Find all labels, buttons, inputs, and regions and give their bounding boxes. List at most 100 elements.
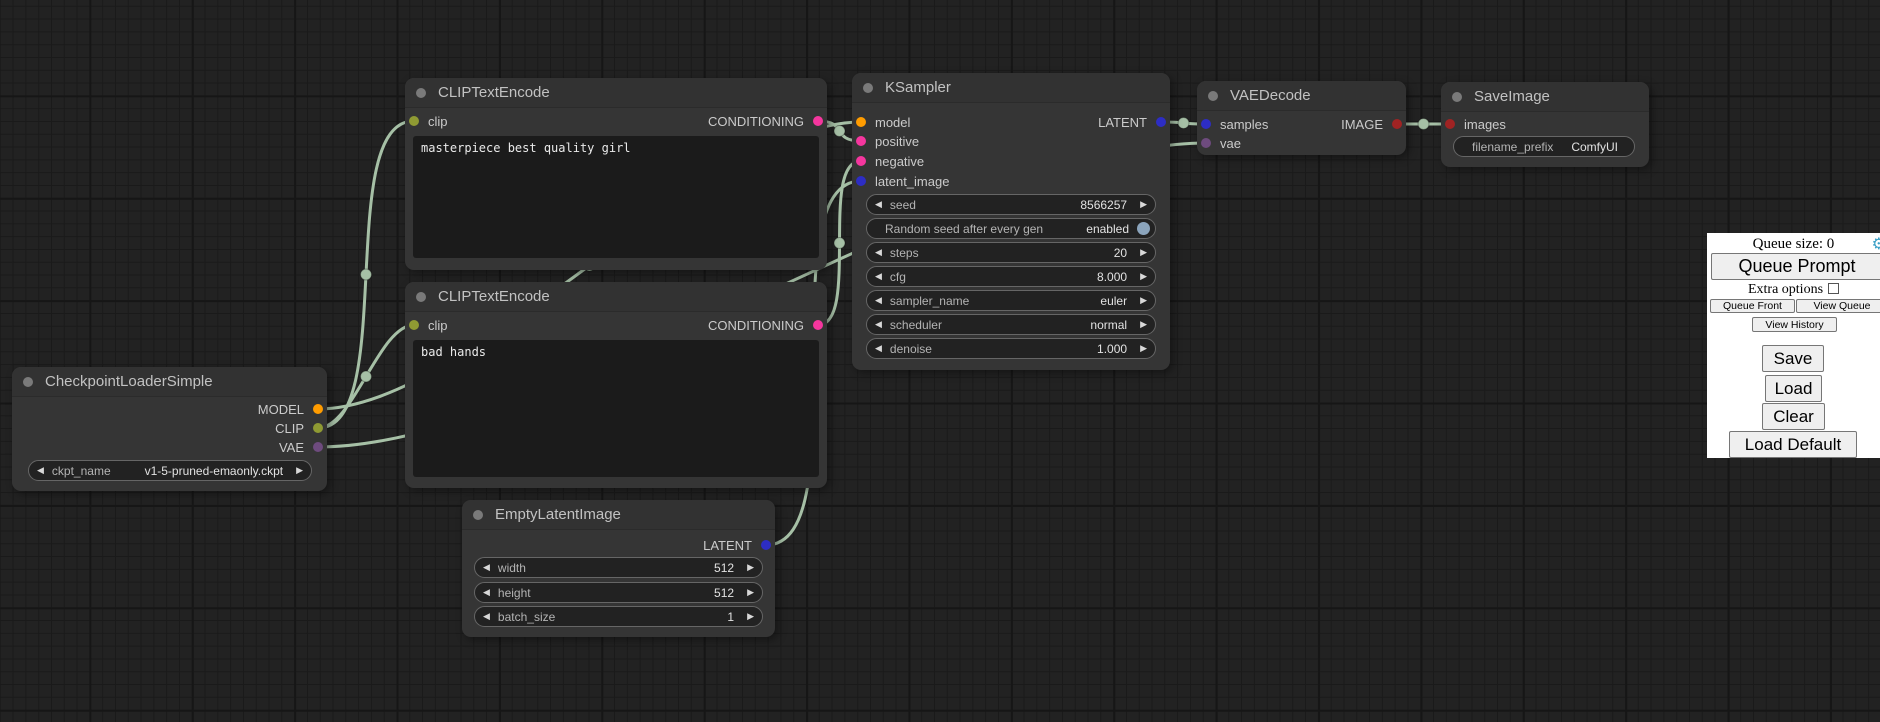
collapse-dot-icon[interactable] [416, 88, 426, 98]
collapse-dot-icon[interactable] [473, 510, 483, 520]
left-arrow-icon[interactable]: ◀ [483, 563, 490, 572]
input-slot-clip: clip [409, 112, 448, 130]
clip-output-dot[interactable] [313, 423, 323, 433]
latent-image-input-dot[interactable] [856, 176, 866, 186]
node-graph-canvas[interactable]: CheckpointLoaderSimple MODEL CLIP VAE ◀ … [0, 0, 1880, 722]
output-slot-conditioning: CONDITIONING [708, 112, 823, 130]
right-arrow-icon[interactable]: ▶ [1140, 296, 1147, 305]
widget-label: cfg [890, 270, 906, 284]
widget-seed[interactable]: ◀ seed 8566257 ▶ [866, 194, 1156, 215]
widget-label: width [498, 561, 526, 575]
left-arrow-icon[interactable]: ◀ [875, 320, 882, 329]
slot-label: vae [1220, 136, 1241, 151]
node-ksampler[interactable]: KSampler model positive negative latent_… [852, 73, 1170, 370]
collapse-dot-icon[interactable] [1452, 92, 1462, 102]
clip-input-dot[interactable] [409, 116, 419, 126]
clear-button[interactable]: Clear [1762, 403, 1825, 430]
widget-filename-prefix[interactable]: filename_prefix ComfyUI [1453, 136, 1635, 157]
widget-cfg[interactable]: ◀ cfg 8.000 ▶ [866, 266, 1156, 287]
latent-output-dot[interactable] [761, 540, 771, 550]
node-checkpoint-loader-simple[interactable]: CheckpointLoaderSimple MODEL CLIP VAE ◀ … [12, 367, 327, 491]
node-title-bar[interactable]: CLIPTextEncode [405, 282, 827, 312]
widget-denoise[interactable]: ◀ denoise 1.000 ▶ [866, 338, 1156, 359]
vae-input-dot[interactable] [1201, 138, 1211, 148]
right-arrow-icon[interactable]: ▶ [747, 612, 754, 621]
node-title-bar[interactable]: KSampler [852, 73, 1170, 103]
widget-label: Random seed after every gen [885, 222, 1043, 236]
right-arrow-icon[interactable]: ▶ [1140, 344, 1147, 353]
model-input-dot[interactable] [856, 117, 866, 127]
samples-input-dot[interactable] [1201, 119, 1211, 129]
extra-options-checkbox[interactable] [1828, 283, 1839, 294]
right-arrow-icon[interactable]: ▶ [747, 563, 754, 572]
view-history-button[interactable]: View History [1752, 317, 1837, 332]
slot-label: LATENT [1098, 115, 1147, 130]
right-arrow-icon[interactable]: ▶ [1140, 248, 1147, 257]
prompt-textarea[interactable]: masterpiece best quality girl [413, 136, 819, 258]
collapse-dot-icon[interactable] [23, 377, 33, 387]
load-default-button[interactable]: Load Default [1729, 431, 1857, 458]
model-output-dot[interactable] [313, 404, 323, 414]
latent-output-dot[interactable] [1156, 117, 1166, 127]
conditioning-output-dot[interactable] [813, 116, 823, 126]
node-empty-latent-image[interactable]: EmptyLatentImage LATENT ◀ width 512 ▶ ◀ … [462, 500, 775, 637]
node-clip-text-encode-positive[interactable]: CLIPTextEncode clip CONDITIONING masterp… [405, 78, 827, 270]
widget-batch-size[interactable]: ◀ batch_size 1 ▶ [474, 606, 763, 627]
right-arrow-icon[interactable]: ▶ [1140, 200, 1147, 209]
node-vae-decode[interactable]: VAEDecode samples vae IMAGE [1197, 81, 1406, 155]
node-title-bar[interactable]: VAEDecode [1197, 81, 1406, 111]
conditioning-output-dot[interactable] [813, 320, 823, 330]
negative-input-dot[interactable] [856, 156, 866, 166]
node-title-bar[interactable]: EmptyLatentImage [462, 500, 775, 530]
node-title-bar[interactable]: CLIPTextEncode [405, 78, 827, 108]
node-title-bar[interactable]: SaveImage [1441, 82, 1649, 112]
collapse-dot-icon[interactable] [416, 292, 426, 302]
slot-label: VAE [279, 440, 304, 455]
slot-label: CONDITIONING [708, 114, 804, 129]
widget-ckpt-name[interactable]: ◀ ckpt_name v1-5-pruned-emaonly.ckpt ▶ [28, 460, 312, 481]
widget-label: ckpt_name [52, 464, 111, 478]
left-arrow-icon[interactable]: ◀ [875, 200, 882, 209]
slot-label: samples [1220, 117, 1268, 132]
widget-label: scheduler [890, 318, 942, 332]
widget-random-seed-toggle[interactable]: Random seed after every gen enabled [866, 218, 1156, 239]
prompt-textarea[interactable]: bad hands [413, 340, 819, 477]
images-input-dot[interactable] [1445, 119, 1455, 129]
widget-width[interactable]: ◀ width 512 ▶ [474, 557, 763, 578]
node-title-bar[interactable]: CheckpointLoaderSimple [12, 367, 327, 397]
save-button[interactable]: Save [1762, 345, 1824, 372]
left-arrow-icon[interactable]: ◀ [875, 344, 882, 353]
widget-steps[interactable]: ◀ steps 20 ▶ [866, 242, 1156, 263]
slot-label: CONDITIONING [708, 318, 804, 333]
left-arrow-icon[interactable]: ◀ [37, 466, 44, 475]
slot-label: LATENT [703, 538, 752, 553]
widget-label: steps [890, 246, 919, 260]
left-arrow-icon[interactable]: ◀ [875, 272, 882, 281]
left-arrow-icon[interactable]: ◀ [875, 248, 882, 257]
view-queue-button[interactable]: View Queue [1796, 299, 1880, 313]
gear-icon[interactable]: ⚙ [1872, 234, 1880, 253]
left-arrow-icon[interactable]: ◀ [875, 296, 882, 305]
widget-sampler-name[interactable]: ◀ sampler_name euler ▶ [866, 290, 1156, 311]
vae-output-dot[interactable] [313, 442, 323, 452]
widget-height[interactable]: ◀ height 512 ▶ [474, 582, 763, 603]
input-slot-vae: vae [1201, 134, 1241, 152]
widget-scheduler[interactable]: ◀ scheduler normal ▶ [866, 314, 1156, 335]
right-arrow-icon[interactable]: ▶ [1140, 272, 1147, 281]
queue-prompt-button[interactable]: Queue Prompt [1711, 253, 1880, 280]
right-arrow-icon[interactable]: ▶ [747, 588, 754, 597]
collapse-dot-icon[interactable] [1208, 91, 1218, 101]
queue-front-button[interactable]: Queue Front [1710, 299, 1795, 313]
right-arrow-icon[interactable]: ▶ [1140, 320, 1147, 329]
toggle-dot-icon[interactable] [1137, 222, 1150, 235]
node-save-image[interactable]: SaveImage images filename_prefix ComfyUI [1441, 82, 1649, 167]
positive-input-dot[interactable] [856, 136, 866, 146]
node-clip-text-encode-negative[interactable]: CLIPTextEncode clip CONDITIONING bad han… [405, 282, 827, 488]
left-arrow-icon[interactable]: ◀ [483, 588, 490, 597]
clip-input-dot[interactable] [409, 320, 419, 330]
load-button[interactable]: Load [1765, 375, 1822, 402]
collapse-dot-icon[interactable] [863, 83, 873, 93]
right-arrow-icon[interactable]: ▶ [296, 466, 303, 475]
left-arrow-icon[interactable]: ◀ [483, 612, 490, 621]
image-output-dot[interactable] [1392, 119, 1402, 129]
